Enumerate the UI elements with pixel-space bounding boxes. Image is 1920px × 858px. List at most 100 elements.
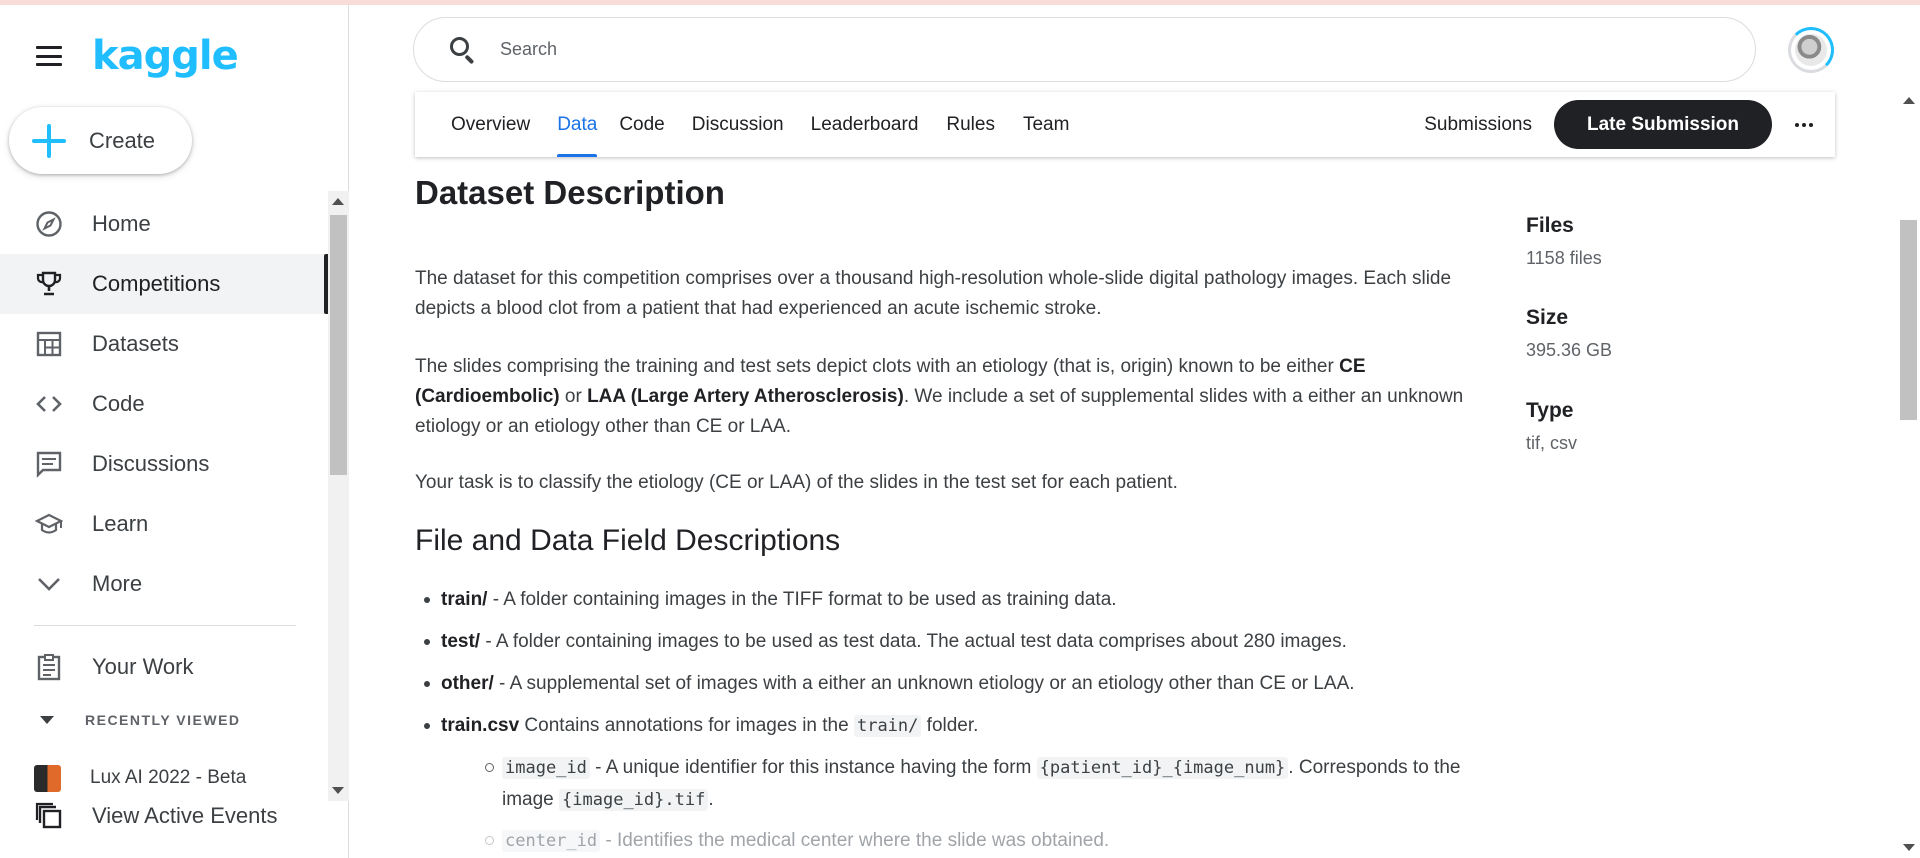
- list-item: train.csv Contains annotations for image…: [424, 711, 1486, 741]
- sidebar-item-label: Learn: [92, 511, 149, 536]
- sidebar-item-label: More: [92, 571, 143, 596]
- search-input[interactable]: [500, 39, 1700, 60]
- sidebar-item-discussions[interactable]: Discussions: [0, 434, 328, 494]
- scrollbar-thumb[interactable]: [330, 215, 347, 475]
- file-name: other/: [441, 673, 494, 694]
- kaggle-logo[interactable]: kaggle: [92, 33, 239, 79]
- tab-team[interactable]: Team: [1023, 92, 1069, 157]
- sidebar-item-code[interactable]: Code: [0, 374, 328, 434]
- sidebar-item-datasets[interactable]: Datasets: [0, 314, 328, 374]
- text: - A supplemental set of images with a ei…: [493, 673, 1355, 694]
- file-name: train.csv: [441, 715, 520, 736]
- description-paragraph: Your task is to classify the etiology (C…: [415, 472, 1178, 493]
- file-name: train/: [441, 589, 488, 610]
- list-item: other/ - A supplemental set of images wi…: [424, 669, 1486, 699]
- sidebar-item-label: Competitions: [92, 271, 221, 296]
- text: - A folder containing images to be used …: [480, 631, 1347, 652]
- files-label: Files: [1526, 214, 1574, 237]
- text: - Identifies the medical center where th…: [600, 830, 1110, 851]
- sidebar-item-label: Discussions: [92, 451, 210, 476]
- sub-list-item: center_id - Identifies the medical cente…: [485, 825, 1490, 857]
- sidebar-scrollbar[interactable]: [328, 191, 349, 801]
- compass-icon: [34, 209, 64, 239]
- text: Contains annotations for images in the: [519, 715, 854, 736]
- comments-icon: [34, 449, 64, 479]
- text: The slides comprising the training and t…: [415, 356, 1340, 377]
- sidebar-item-label: Home: [92, 211, 151, 236]
- create-label: Create: [89, 127, 156, 153]
- list-item: train/ - A folder containing images in t…: [424, 585, 1486, 615]
- sidebar-item-competitions[interactable]: Competitions: [0, 254, 328, 314]
- submissions-link[interactable]: Submissions: [1424, 114, 1532, 136]
- sub-list-item: image_id - A unique identifier for this …: [485, 752, 1490, 816]
- avatar-image: [1795, 34, 1827, 66]
- avatar[interactable]: [1788, 27, 1834, 73]
- page-scrollbar[interactable]: [1897, 90, 1920, 858]
- more-options-icon[interactable]: [1795, 122, 1813, 127]
- sidebar-nav: Home Competitions Datasets Code Discussi…: [0, 194, 328, 794]
- text: or: [559, 386, 588, 407]
- tab-overview[interactable]: Overview: [451, 92, 530, 157]
- caret-down-icon: [40, 716, 54, 724]
- sidebar-item-learn[interactable]: Learn: [0, 494, 328, 554]
- competition-thumbnail: [34, 764, 61, 792]
- inline-code: {image_id}.tif: [559, 789, 709, 811]
- sidebar: kaggle Create Home Competitions Datasets: [0, 5, 349, 858]
- events-icon: [34, 801, 64, 831]
- file-name: test/: [441, 631, 481, 652]
- tab-data[interactable]: Data: [557, 92, 598, 157]
- scroll-down-icon[interactable]: [332, 787, 344, 794]
- sidebar-item-your-work[interactable]: Your Work: [0, 637, 328, 697]
- inline-code: {patient_id}_{image_num}: [1036, 757, 1289, 779]
- recently-viewed-label: RECENTLY VIEWED: [85, 712, 241, 728]
- description-paragraph: The dataset for this competition compris…: [415, 268, 1452, 319]
- inline-code: center_id: [502, 830, 601, 852]
- sidebar-item-more[interactable]: More: [0, 554, 328, 614]
- sidebar-item-home[interactable]: Home: [0, 194, 328, 254]
- search-bar[interactable]: [413, 17, 1756, 82]
- recent-item[interactable]: Lux AI 2022 - Beta: [34, 754, 246, 794]
- tab-discussion[interactable]: Discussion: [692, 92, 784, 157]
- recent-item-label: Lux AI 2022 - Beta: [90, 767, 247, 788]
- sidebar-item-label: Code: [92, 391, 145, 416]
- competition-tabs: Overview Data Code Discussion Leaderboar…: [415, 92, 1835, 157]
- section-title: File and Data Field Descriptions: [415, 524, 841, 557]
- bold-text: LAA (Large Artery Atherosclerosis): [587, 386, 904, 407]
- sidebar-item-label: View Active Events: [92, 803, 278, 828]
- code-icon: [34, 389, 64, 419]
- scrollbar-thumb[interactable]: [1900, 220, 1917, 420]
- tab-code[interactable]: Code: [619, 92, 664, 157]
- type-value: tif, csv: [1526, 433, 1578, 453]
- text: - A folder containing images in the TIFF…: [487, 589, 1117, 610]
- scroll-up-icon[interactable]: [332, 198, 344, 205]
- text: .: [708, 789, 714, 810]
- tab-rules[interactable]: Rules: [946, 92, 995, 157]
- clipboard-icon: [34, 652, 64, 682]
- sidebar-item-label: Datasets: [92, 331, 179, 356]
- text: folder.: [921, 715, 979, 736]
- type-label: Type: [1526, 399, 1574, 422]
- files-value: 1158 files: [1526, 248, 1602, 268]
- search-icon: [449, 36, 477, 64]
- chevron-down-icon: [34, 569, 64, 599]
- brand: kaggle: [36, 33, 239, 79]
- sidebar-item-label: Your Work: [92, 654, 194, 679]
- tab-leaderboard[interactable]: Leaderboard: [811, 92, 919, 157]
- size-value: 395.36 GB: [1526, 340, 1613, 360]
- scroll-up-icon[interactable]: [1903, 97, 1915, 104]
- sidebar-item-active-events[interactable]: View Active Events: [0, 791, 328, 841]
- inline-code: image_id: [502, 757, 590, 779]
- create-button[interactable]: Create: [9, 107, 192, 174]
- school-icon: [34, 509, 64, 539]
- plus-icon: [32, 123, 66, 158]
- late-submission-button[interactable]: Late Submission: [1553, 100, 1772, 149]
- menu-icon[interactable]: [36, 46, 62, 66]
- recently-viewed-toggle[interactable]: RECENTLY VIEWED: [34, 712, 241, 728]
- text: - A unique identifier for this instance …: [589, 757, 1037, 778]
- list-item: test/ - A folder containing images to be…: [424, 627, 1486, 657]
- page-title: Dataset Description: [415, 174, 725, 211]
- scroll-down-icon[interactable]: [1903, 844, 1915, 851]
- size-label: Size: [1526, 306, 1569, 329]
- nav-divider: [34, 625, 296, 626]
- tabs-actions: Submissions Late Submission: [1424, 92, 1835, 157]
